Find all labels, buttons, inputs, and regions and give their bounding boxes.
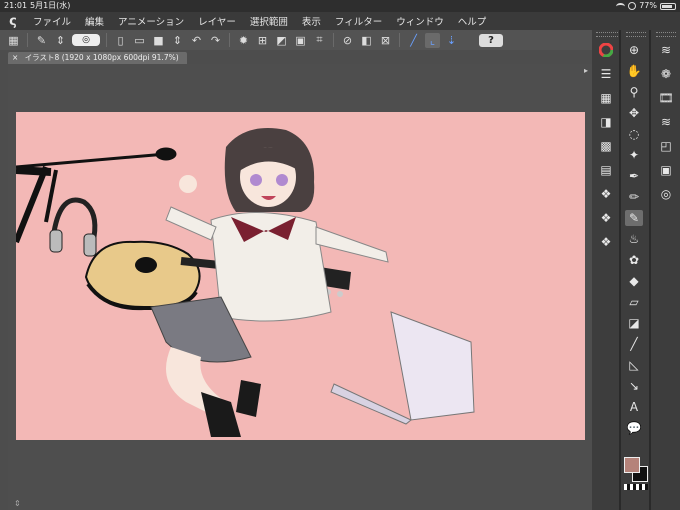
approximate-color-icon[interactable]: ▩ [597,138,615,154]
document-tab[interactable]: × イラスト8 (1920 x 1080px 600dpi 91.7%) [8,52,187,64]
gradient-tool-icon[interactable]: ◪ [625,315,643,331]
ruler-off-icon[interactable]: ⊘ [340,33,355,48]
menu-animation[interactable]: アニメーション [111,14,191,28]
sparkle-icon[interactable]: ✹ [236,33,251,48]
canvas-area[interactable]: ▸ ⇕ [8,64,592,510]
layer-mask-icon[interactable]: ◧ [359,33,374,48]
menu-view[interactable]: 表示 [295,14,328,28]
airbrush-tool-icon[interactable]: ♨ [625,231,643,247]
search-panel-icon[interactable]: ◎ [657,186,675,202]
battery-percent: 77% [639,1,657,10]
palette-dock: ☰ ▦ ◨ ▩ ▤ ❖ ❖ ❖ ⊕ ✋ ⚲ ✥ ◌ ✦ ✒ ✏ ✎ ♨ ✿ ◆ … [592,30,680,510]
menu-window[interactable]: ウィンドウ [389,14,451,28]
balloon-tool-icon[interactable]: 💬 [625,420,643,436]
scroll-handle-icon[interactable]: ⇕ [14,499,21,508]
dock-grip-3[interactable] [656,32,676,37]
redo-icon[interactable]: ↷ [208,33,223,48]
location-icon [628,2,637,10]
fill-tool-icon[interactable]: ◆ [625,273,643,289]
dock-grip-1[interactable] [596,32,618,37]
open-file-icon[interactable]: ▭ [132,33,147,48]
fill-icon[interactable]: ◩ [274,33,289,48]
eyedropper-tool-icon[interactable]: ⚲ [625,84,643,100]
menu-help[interactable]: ヘルプ [451,14,494,28]
command-bar: ▦ ✎ ⇕ ◎ ▯ ▭ ■ ⇕ ↶ ↷ ✹ ⊞ ◩ ▣ ⌗ ⊘ ◧ ⊠ ╱ ⌞ … [0,30,592,50]
ios-status-bar: 21:01 5月1日(水) 77% [0,0,680,12]
navigator-icon[interactable]: ≋ [657,42,675,58]
app-window: { "statusbar": {"time": "21:01", "date":… [0,0,680,510]
line-correct-tool-icon[interactable]: ↘ [625,378,643,394]
clock: 21:01 [4,1,28,10]
laptop-drawing [330,311,475,425]
transparent-color-swatch[interactable] [624,484,648,490]
intermediate-color-icon[interactable]: ◨ [597,114,615,130]
special-ruler-icon[interactable]: ⇣ [444,33,459,48]
zoom-tool-icon[interactable]: ⊕ [625,42,643,58]
illustration-canvas[interactable] [16,112,585,440]
save-icon[interactable]: ■ [151,33,166,48]
help-button[interactable]: ? [479,33,503,47]
menu-layer[interactable]: レイヤー [191,14,243,28]
menu-file[interactable]: ファイル [26,14,78,28]
menu-bar: ς ファイル 編集 アニメーション レイヤー 選択範囲 表示 フィルター ウィン… [0,12,680,30]
wifi-icon [616,2,626,10]
camera-icon[interactable]: ▣ [293,33,308,48]
layer-property-icon[interactable]: ❖ [597,186,615,202]
text-tool-icon[interactable]: A [625,399,643,415]
dock-grip-2[interactable] [626,32,646,37]
perspective-snap-icon[interactable]: ⌞ [425,32,440,48]
menu-filter[interactable]: フィルター [328,14,389,28]
pencil-tool-icon[interactable]: ✏ [625,189,643,205]
stepper-2-icon[interactable]: ⇕ [170,33,185,48]
lasso-fill-icon[interactable]: ◎ [72,34,100,46]
tool-column: ⊕ ✋ ⚲ ✥ ◌ ✦ ✒ ✏ ✎ ♨ ✿ ◆ ▱ ◪ ╱ ◺ ↘ A 💬 [623,42,645,436]
color-history-icon[interactable]: ▤ [597,162,615,178]
date-label: 5月1日(水) [30,1,71,10]
illustration-artwork [16,128,475,437]
battery-icon [660,2,676,10]
layer-palette-icon[interactable]: ◰ [657,138,675,154]
layer-stack-icon[interactable]: ▣ [657,162,675,178]
lasso-tool-icon[interactable]: ◌ [625,126,643,142]
palette-column-1: ☰ ▦ ◨ ▩ ▤ ❖ ❖ ❖ [595,42,617,250]
layer-search-icon[interactable]: ≋ [657,114,675,130]
edit-tool-icon[interactable]: ✎ [34,33,49,48]
headphones-drawing [49,197,98,257]
stepper-icon[interactable]: ⇕ [53,33,68,48]
pin-icon[interactable]: ▸ [584,66,588,75]
ruler-tool-icon[interactable]: ◺ [625,357,643,373]
transform-icon[interactable]: ⊞ [255,33,270,48]
menu-edit[interactable]: 編集 [78,14,111,28]
crop-icon[interactable]: ⌗ [312,33,327,48]
new-file-icon[interactable]: ▯ [113,33,128,48]
decoration-tool-icon[interactable]: ✿ [625,252,643,268]
undo-icon[interactable]: ↶ [189,33,204,48]
tool-property-icon[interactable]: ❖ [597,210,615,226]
color-set-icon[interactable]: ▦ [597,90,615,106]
material-icon[interactable]: ❁ [657,66,675,82]
main-color-swatch[interactable] [624,457,640,473]
color-slider-icon[interactable]: ☰ [597,66,615,82]
app-logo-icon[interactable]: ς [0,14,26,29]
close-document-icon[interactable]: × [12,53,18,62]
sub-tool-detail-icon[interactable]: ❖ [597,234,615,250]
palette-column-3: ≋ ❁ 🎞 ≋ ◰ ▣ ◎ [654,42,678,202]
pen-tool-icon[interactable]: ✒ [625,168,643,184]
auto-select-tool-icon[interactable]: ✦ [625,147,643,163]
figure-tool-icon[interactable]: ╱ [625,336,643,352]
ruler-snap-icon[interactable]: ╱ [406,33,421,48]
menu-selection[interactable]: 選択範囲 [243,14,295,28]
grid-menu-icon[interactable]: ▦ [6,33,21,48]
brush-tool-icon[interactable]: ✎ [625,210,643,226]
move-tool-icon[interactable]: ✥ [625,105,643,121]
animation-timeline-icon[interactable]: 🎞 [657,90,675,106]
pattern-icon[interactable]: ⊠ [378,33,393,48]
hand-tool-icon[interactable]: ✋ [625,63,643,79]
document-title: イラスト8 (1920 x 1080px 600dpi 91.7%) [24,53,179,62]
eraser-tool-icon[interactable]: ▱ [625,294,643,310]
color-wheel-icon[interactable] [597,42,615,58]
